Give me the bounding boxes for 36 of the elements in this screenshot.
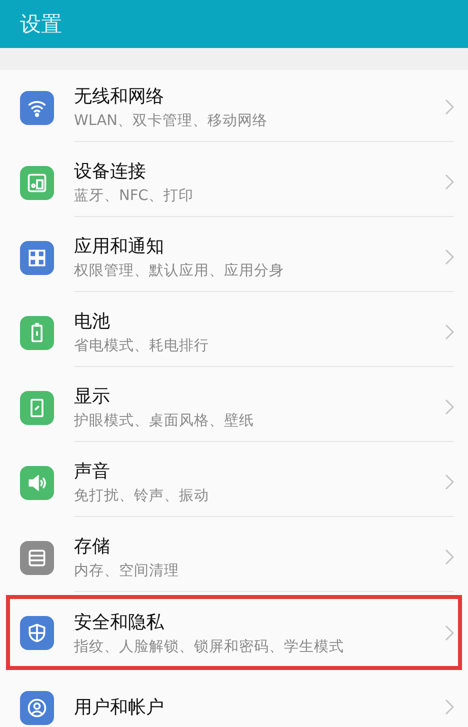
highlighted-settings-item[interactable]: 安全和隐私 指纹、人脸解锁、锁屏和密码、学生模式 [6, 595, 462, 670]
chevron-icon [445, 324, 454, 340]
settings-item[interactable]: 声音 免打扰、铃声、振动 [6, 445, 462, 520]
chevron-icon [445, 249, 454, 265]
item-title: 设备连接 [74, 160, 147, 183]
item-title: 电池 [74, 310, 111, 333]
item-title: 存储 [74, 535, 111, 558]
settings-item[interactable]: 无线和网络 WLAN、双卡管理、移动网络 [6, 70, 462, 145]
item-title: 显示 [74, 385, 111, 408]
item-subtitle: 指纹、人脸解锁、锁屏和密码、学生模式 [74, 638, 345, 656]
chevron-icon [445, 474, 454, 490]
item-title: 应用和通知 [74, 235, 165, 258]
item-title: 声音 [74, 460, 111, 483]
page-title: 设置 [20, 11, 62, 38]
settings-item[interactable]: 设备连接 蓝牙、NFC、打印 [6, 145, 462, 220]
settings-item[interactable]: 显示 护眼模式、桌面风格、壁纸 [6, 370, 462, 445]
settings-item[interactable]: 用户和帐户 [6, 670, 462, 727]
item-title: 无线和网络 [74, 85, 165, 108]
item-subtitle: 免打扰、铃声、振动 [74, 487, 210, 505]
settings-item[interactable]: 存储 内存、空间清理 [6, 520, 462, 595]
item-subtitle: 权限管理、默认应用、应用分身 [74, 262, 285, 280]
settings-item[interactable]: 电池 省电模式、耗电排行 [6, 295, 462, 370]
chevron-icon [445, 399, 454, 415]
chevron-icon [445, 99, 454, 115]
chevron-icon [445, 624, 454, 640]
item-subtitle: 护眼模式、桌面风格、壁纸 [74, 412, 255, 430]
settings-item[interactable]: 应用和通知 权限管理、默认应用、应用分身 [6, 220, 462, 295]
item-title: 用户和帐户 [74, 696, 165, 719]
item-subtitle: 蓝牙、NFC、打印 [74, 187, 194, 205]
chevron-icon [445, 549, 454, 565]
item-subtitle: 省电模式、耗电排行 [74, 337, 210, 355]
item-subtitle: WLAN、双卡管理、移动网络 [74, 112, 269, 130]
chevron-icon [445, 699, 454, 715]
chevron-icon [445, 174, 454, 190]
item-subtitle: 内存、空间清理 [74, 562, 180, 580]
item-title: 安全和隐私 [74, 610, 165, 634]
